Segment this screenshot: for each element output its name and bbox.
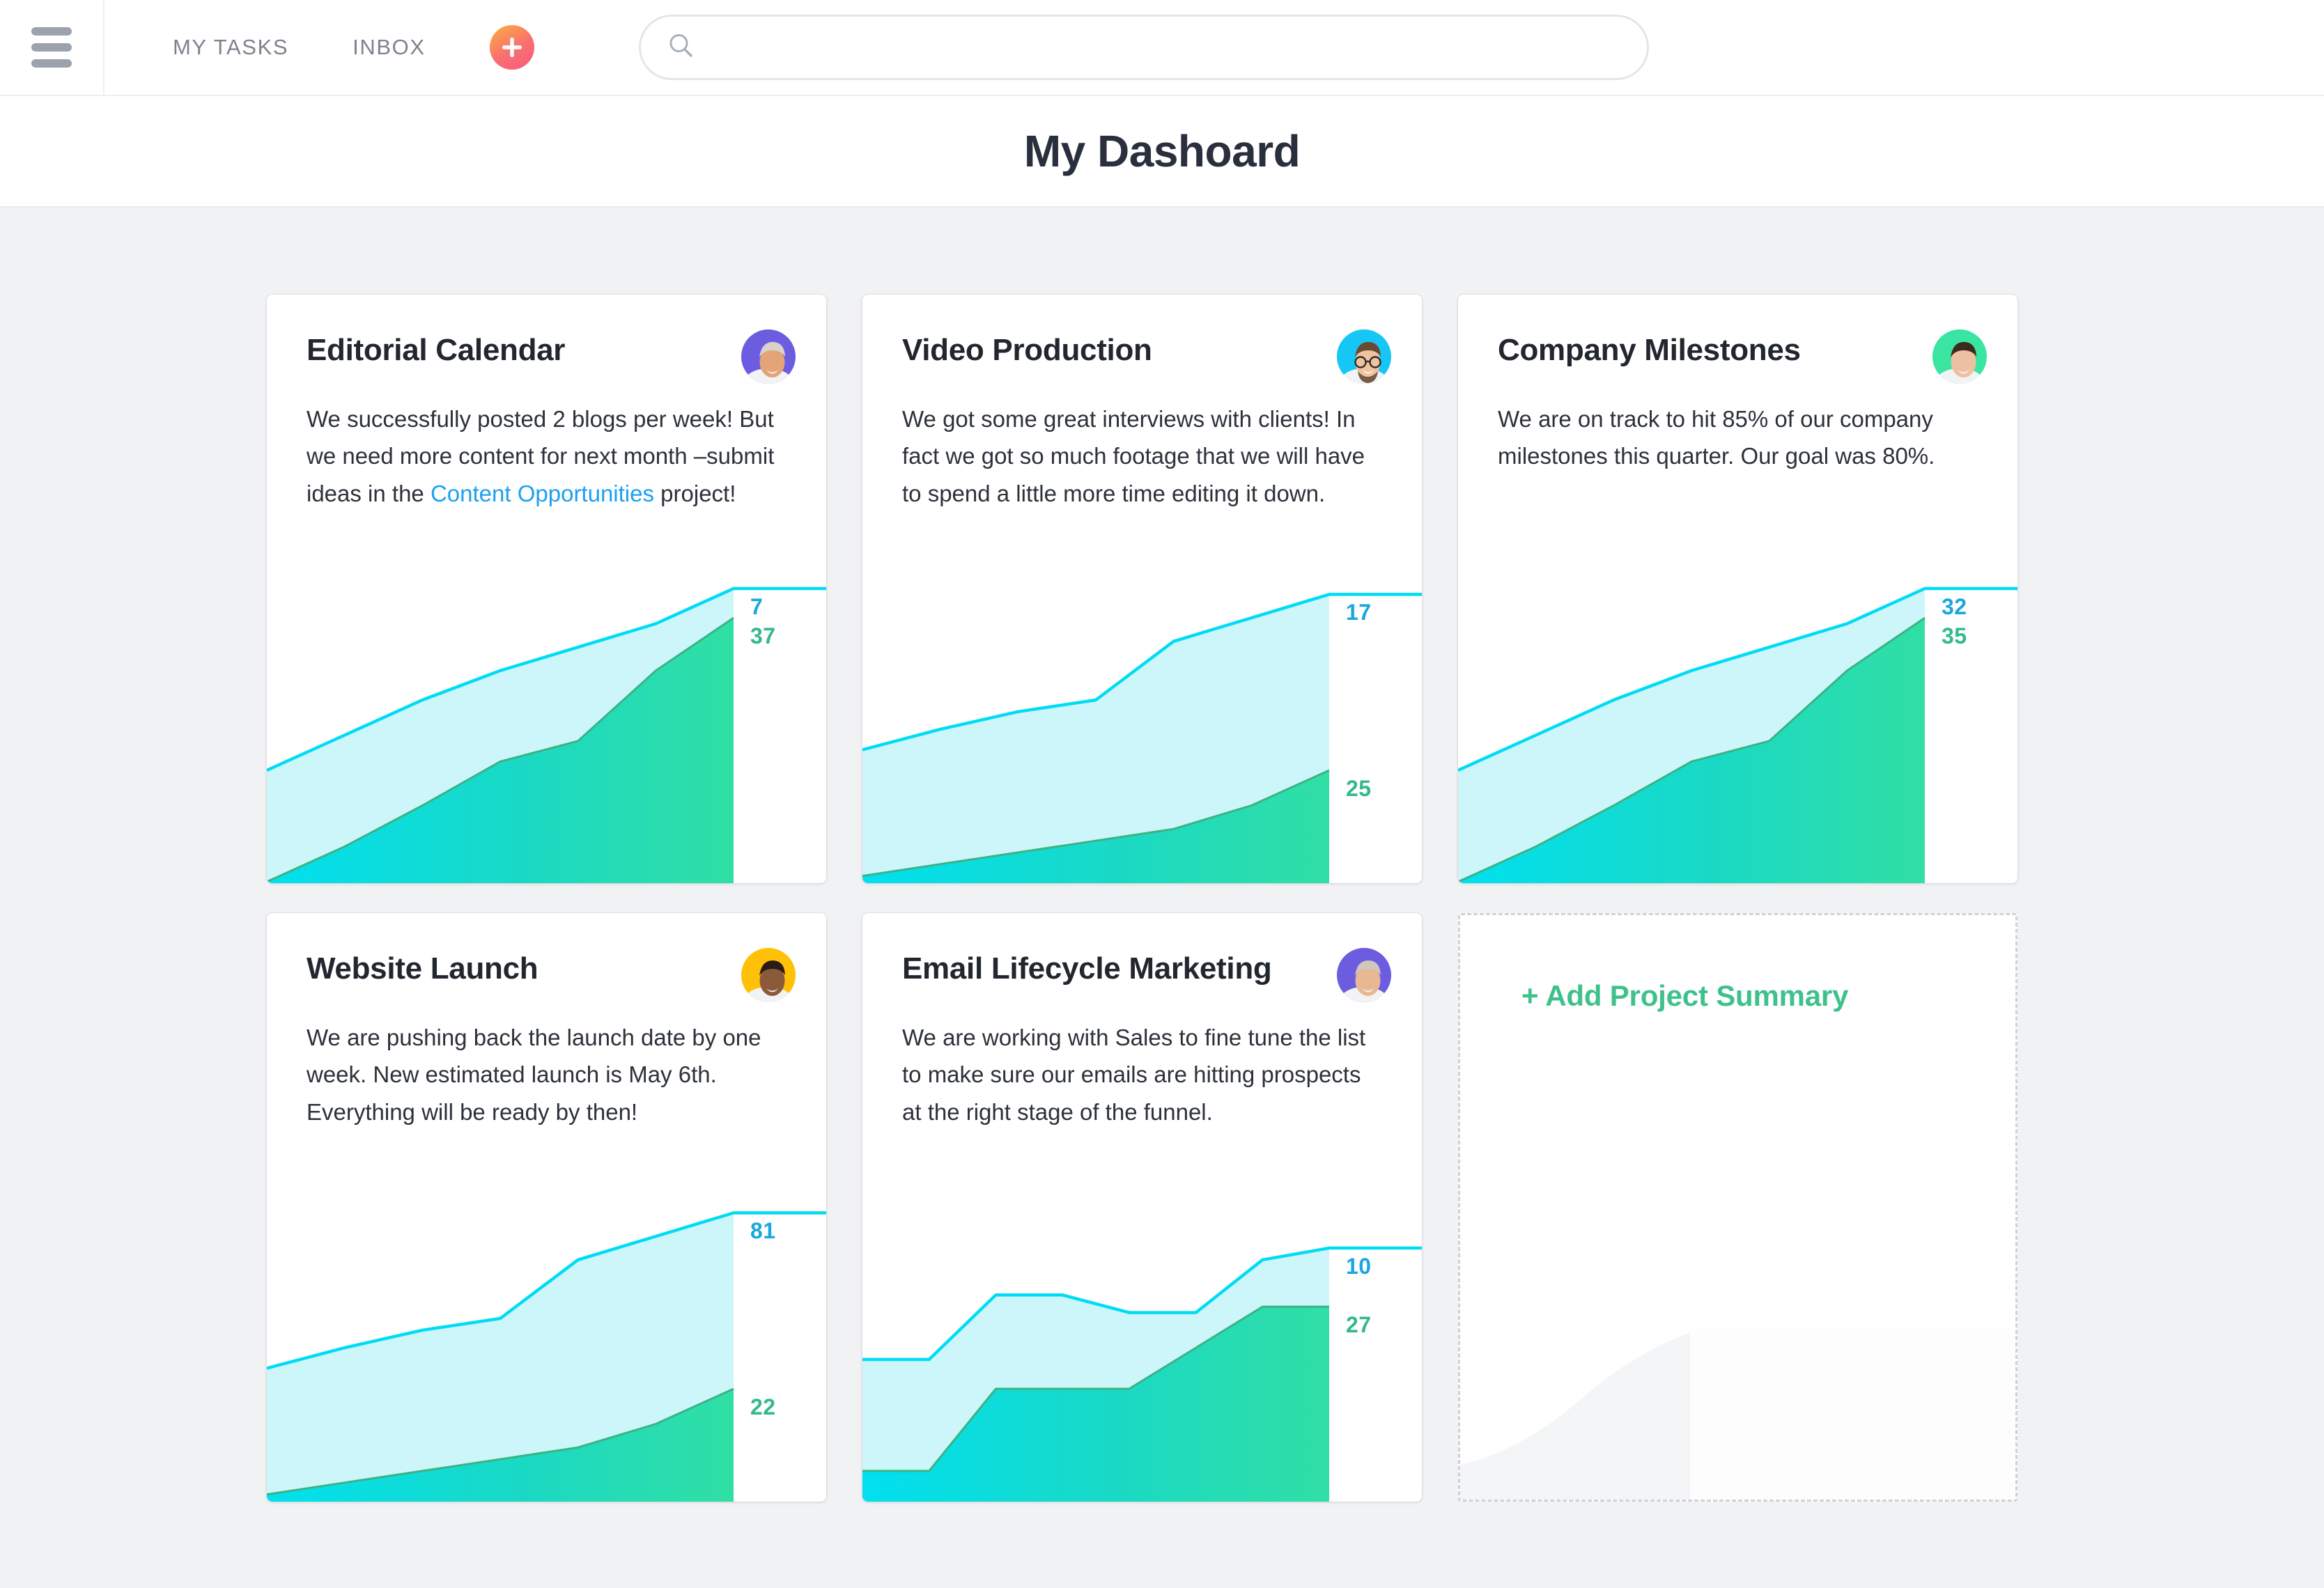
project-summary-card[interactable]: Website Launch We are pushing back the l… bbox=[267, 913, 826, 1502]
project-summary-grid: Editorial Calendar We successfully poste… bbox=[267, 295, 2017, 1502]
card-header: Editorial Calendar bbox=[267, 295, 826, 384]
chart-upper-value-label: 32 bbox=[1942, 594, 1967, 619]
plus-icon bbox=[500, 36, 524, 59]
description-text: We got some great interviews with client… bbox=[902, 406, 1365, 506]
nav-link-inbox[interactable]: INBOX bbox=[353, 35, 425, 60]
card-header: Video Production bbox=[862, 295, 1422, 384]
card-header: Email Lifecycle Marketing bbox=[862, 913, 1422, 1002]
card-title: Video Production bbox=[902, 333, 1152, 367]
page-header: My Dashoard bbox=[0, 96, 2324, 208]
project-progress-chart: 32 35 bbox=[1458, 575, 2017, 883]
description-text: We are pushing back the launch date by o… bbox=[307, 1025, 761, 1125]
card-description: We successfully posted 2 blogs per week!… bbox=[267, 384, 826, 512]
chart-lower-value-label: 27 bbox=[1346, 1312, 1372, 1338]
card-title: Editorial Calendar bbox=[307, 333, 566, 367]
avatar-email-lifecycle-marketing[interactable] bbox=[1337, 948, 1391, 1002]
chart-upper-value-label: 7 bbox=[750, 594, 764, 619]
description-text: We are working with Sales to fine tune t… bbox=[902, 1025, 1366, 1125]
search-wrap bbox=[638, 15, 1649, 80]
chart-lower-value-label: 25 bbox=[1346, 776, 1372, 802]
search-input[interactable] bbox=[710, 36, 1620, 59]
chart-upper-value-label: 81 bbox=[750, 1218, 776, 1244]
top-navigation-bar: MY TASKS INBOX bbox=[0, 0, 2324, 96]
project-progress-chart: 7 37 bbox=[267, 575, 826, 883]
card-header: Company Milestones bbox=[1458, 295, 2017, 384]
avatar-video-production[interactable] bbox=[1337, 329, 1391, 384]
description-text: project! bbox=[654, 480, 736, 506]
card-description: We are pushing back the launch date by o… bbox=[267, 1002, 826, 1130]
card-description: We are working with Sales to fine tune t… bbox=[862, 1002, 1422, 1130]
card-description: We got some great interviews with client… bbox=[862, 384, 1422, 512]
project-progress-chart: 17 25 bbox=[862, 575, 1422, 883]
card-header: Website Launch bbox=[267, 913, 826, 1002]
avatar-editorial-calendar[interactable] bbox=[741, 329, 796, 384]
chart-upper-value-label: 10 bbox=[1346, 1253, 1372, 1279]
search-box[interactable] bbox=[638, 15, 1649, 80]
project-summary-card[interactable]: Company Milestones We are on track to hi… bbox=[1458, 295, 2017, 883]
project-link[interactable]: Content Opportunities bbox=[431, 481, 654, 506]
card-description: We are on track to hit 85% of our compan… bbox=[1458, 384, 2017, 475]
chart-lower-value-label: 22 bbox=[750, 1394, 776, 1420]
nav-link-my-tasks[interactable]: MY TASKS bbox=[173, 35, 288, 60]
add-button[interactable] bbox=[489, 25, 534, 70]
avatar-website-launch[interactable] bbox=[741, 948, 796, 1002]
chart-upper-value-label: 17 bbox=[1346, 600, 1372, 625]
placeholder-chart-illustration bbox=[1460, 1291, 2015, 1500]
add-project-summary-label[interactable]: + Add Project Summary bbox=[1521, 979, 1848, 1013]
avatar-company-milestones[interactable] bbox=[1932, 329, 1987, 384]
project-progress-chart: 81 22 bbox=[267, 1193, 826, 1502]
hamburger-icon bbox=[31, 27, 72, 68]
nav-links: MY TASKS INBOX bbox=[173, 25, 534, 70]
project-progress-chart: 10 27 bbox=[862, 1193, 1422, 1502]
project-summary-card[interactable]: Email Lifecycle Marketing We are working… bbox=[862, 913, 1422, 1502]
search-icon bbox=[667, 32, 695, 63]
chart-lower-value-label: 37 bbox=[750, 623, 776, 649]
card-title: Company Milestones bbox=[1498, 333, 1801, 367]
project-summary-card[interactable]: Video Production We got some great inter… bbox=[862, 295, 1422, 883]
chart-lower-value-label: 35 bbox=[1942, 623, 1967, 649]
description-text: We are on track to hit 85% of our compan… bbox=[1498, 406, 1935, 469]
card-title: Email Lifecycle Marketing bbox=[902, 951, 1272, 986]
card-title: Website Launch bbox=[307, 951, 539, 986]
add-project-summary-card[interactable]: + Add Project Summary bbox=[1458, 913, 2017, 1502]
project-summary-card[interactable]: Editorial Calendar We successfully poste… bbox=[267, 295, 826, 883]
menu-toggle-button[interactable] bbox=[0, 0, 104, 95]
page-title: My Dashoard bbox=[1023, 126, 1301, 176]
